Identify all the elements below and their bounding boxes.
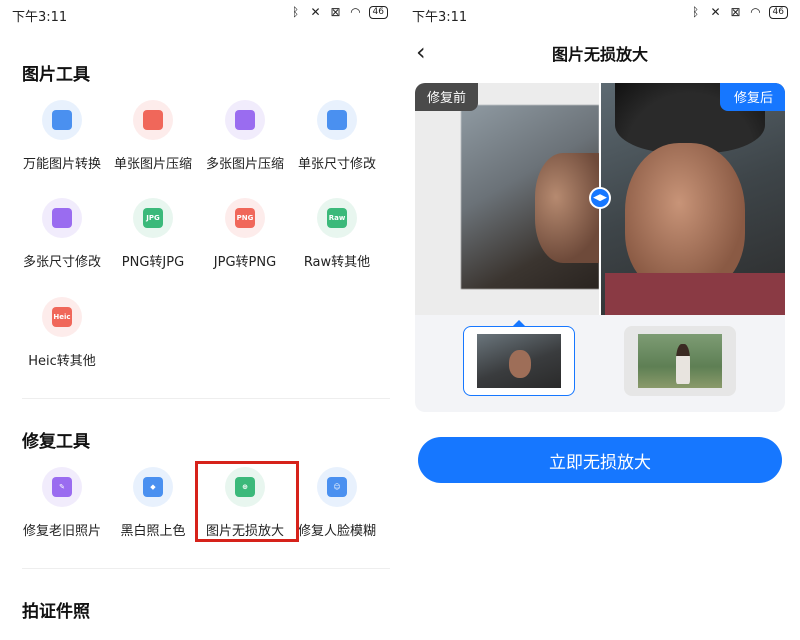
tool-colorize[interactable]: ◆ 黑白照上色 (108, 467, 198, 539)
face-repair-icon: ☺ (327, 477, 347, 497)
tool-label: 修复老旧照片 (22, 524, 101, 539)
tool-icon-bg (42, 100, 82, 140)
tool-icon-bg (317, 100, 357, 140)
section-title-repair-tools: 修复工具 (22, 432, 90, 452)
tool-repair-old-photo[interactable]: ✎ 修复老旧照片 (17, 467, 107, 539)
tools-home-screen: 下午3:11 ᛒ ✕ ⊠ ◠ 46 图片工具 万能图片转换 单张图片压缩 多张图… (0, 0, 400, 640)
before-after-compare[interactable]: ◀▶ 修复前 修复后 (415, 83, 785, 315)
tool-label: 修复人脸模糊 (297, 524, 376, 539)
after-tag: 修复后 (719, 83, 785, 111)
page-title: 图片无损放大 (551, 45, 648, 64)
image-convert-icon (52, 110, 72, 130)
tool-icon-bg: ✎ (42, 467, 82, 507)
tool-icon-bg: ◆ (133, 467, 173, 507)
tool-icon-bg: Raw (317, 198, 357, 238)
status-time: 下午3:11 (12, 10, 68, 25)
status-bar: 下午3:11 ᛒ ✕ ⊠ ◠ 46 (400, 0, 800, 28)
tool-single-resize[interactable]: 单张尺寸修改 (292, 100, 382, 172)
before-tag: 修复前 (415, 83, 479, 111)
tool-icon-bg: PNG (225, 198, 265, 238)
tool-label: 黑白照上色 (120, 524, 186, 539)
tool-icon-bg (42, 198, 82, 238)
sim-off-icon: ⊠ (330, 5, 341, 19)
tool-single-compress[interactable]: 单张图片压缩 (108, 100, 198, 172)
tool-label: 单张图片压缩 (113, 157, 192, 172)
after-image-shirt (605, 273, 785, 315)
mute-icon: ✕ (310, 5, 321, 19)
battery-icon: 46 (368, 5, 388, 19)
tool-label: Heic转其他 (28, 354, 96, 369)
raw-file-icon: Raw (327, 208, 347, 228)
sample-image-old-man (477, 334, 561, 388)
repair-wrench-icon: ✎ (52, 477, 72, 497)
tool-png-to-jpg[interactable]: JPG PNG转JPG (108, 198, 198, 270)
tool-label: PNG转JPG (121, 255, 185, 270)
tool-icon-bg: Heic (42, 297, 82, 337)
images-compress-icon (235, 110, 255, 130)
tool-label: 单张尺寸修改 (297, 157, 376, 172)
tool-label: 万能图片转换 (22, 157, 101, 172)
tool-multi-resize[interactable]: 多张尺寸修改 (17, 198, 107, 270)
sample-image-woman (638, 334, 722, 388)
status-time: 下午3:11 (412, 10, 468, 25)
wifi-icon: ◠ (750, 5, 761, 19)
compare-slider-handle[interactable]: ◀▶ (589, 187, 611, 209)
tool-heic-convert[interactable]: Heic Heic转其他 (17, 297, 107, 369)
tool-label: JPG转PNG (213, 255, 277, 270)
lossless-upscale-screen: 下午3:11 ᛒ ✕ ⊠ ◠ 46 ‹ 图片无损放大 ◀▶ 修复前 修复后 立即… (400, 0, 800, 640)
status-icons: ᛒ ✕ ⊠ ◠ 46 (289, 5, 388, 19)
sample-thumb-old-man[interactable] (463, 326, 575, 396)
section-divider (22, 398, 390, 399)
upscale-now-button[interactable]: 立即无损放大 (418, 437, 782, 483)
preview-card: ◀▶ 修复前 修复后 (415, 83, 785, 412)
tool-label: Raw转其他 (303, 255, 371, 270)
images-resize-icon (52, 208, 72, 228)
paint-bucket-icon: ◆ (143, 477, 163, 497)
section-divider (22, 568, 390, 569)
battery-icon: 46 (768, 5, 788, 19)
png-file-icon: PNG (235, 208, 255, 228)
image-resize-icon (327, 110, 347, 130)
tool-icon-bg (225, 100, 265, 140)
jpg-file-icon: JPG (143, 208, 163, 228)
section-title-image-tools: 图片工具 (22, 65, 90, 85)
mute-icon: ✕ (710, 5, 721, 19)
sample-thumb-woman[interactable] (624, 326, 736, 396)
image-compress-icon (143, 110, 163, 130)
heic-file-icon: Heic (52, 307, 72, 327)
tool-raw-convert[interactable]: Raw Raw转其他 (292, 198, 382, 270)
section-title-id-photo: 拍证件照 (22, 602, 90, 622)
tool-multi-compress[interactable]: 多张图片压缩 (200, 100, 290, 172)
tool-icon-bg (133, 100, 173, 140)
sim-off-icon: ⊠ (730, 5, 741, 19)
status-icons: ᛒ ✕ ⊠ ◠ 46 (689, 5, 788, 19)
tool-label: 多张图片压缩 (205, 157, 284, 172)
tool-universal-convert[interactable]: 万能图片转换 (17, 100, 107, 172)
wifi-icon: ◠ (350, 5, 361, 19)
tool-icon-bg: JPG (133, 198, 173, 238)
status-bar: 下午3:11 ᛒ ✕ ⊠ ◠ 46 (0, 0, 400, 28)
after-image-face (625, 143, 745, 293)
slider-arrows-icon: ◀▶ (591, 189, 609, 207)
tool-face-repair[interactable]: ☺ 修复人脸模糊 (292, 467, 382, 539)
tool-jpg-to-png[interactable]: PNG JPG转PNG (200, 198, 290, 270)
bluetooth-icon: ᛒ (291, 5, 300, 19)
highlight-annotation-box (195, 461, 299, 542)
tool-icon-bg: ☺ (317, 467, 357, 507)
bluetooth-icon: ᛒ (691, 5, 700, 19)
tool-label: 多张尺寸修改 (22, 255, 101, 270)
